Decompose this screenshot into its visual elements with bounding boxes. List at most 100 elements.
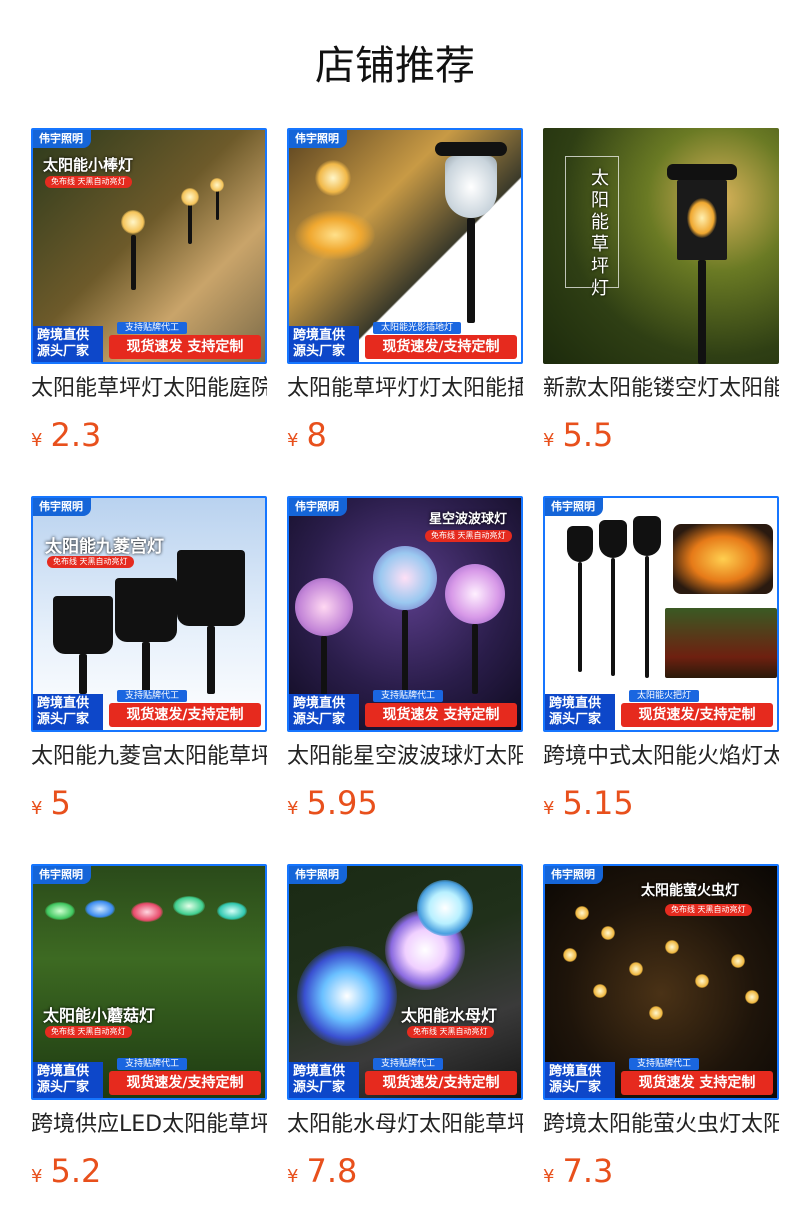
lamp-post — [472, 624, 478, 694]
mushroom-light — [45, 902, 75, 920]
product-image[interactable]: 伟宇照明 太阳能九菱宫灯 免布线 天黑自动亮灯 支持贴牌代工 跨境直供 源头厂家… — [31, 496, 267, 732]
firefly-dot — [745, 990, 759, 1004]
banner-left: 跨境直供 源头厂家 — [545, 1062, 615, 1098]
product-image[interactable]: 伟宇照明 太阳能水母灯 免布线 天黑自动亮灯 支持贴牌代工 跨境直供 源头厂家 … — [287, 864, 523, 1100]
banner-left: 跨境直供 源头厂家 — [33, 326, 103, 362]
product-image[interactable]: 伟宇照明 星空波波球灯 免布线 天黑自动亮灯 支持贴牌代工 跨境直供 源头厂家 … — [287, 496, 523, 732]
firefly-dot — [665, 940, 679, 954]
currency-symbol: ¥ — [31, 798, 43, 819]
globe-light — [445, 564, 505, 624]
product-name[interactable]: 新款太阳能镂空灯太阳能草坪灯 — [543, 374, 779, 404]
banner-left: 跨境直供 源头厂家 — [545, 694, 615, 730]
price-value: 5.95 — [306, 784, 378, 822]
product-card[interactable]: 太阳能草坪灯 新款太阳能镂空灯太阳能草坪灯 ¥5.5 — [543, 128, 779, 456]
price-value: 5.5 — [562, 416, 614, 454]
page-title: 店铺推荐 — [315, 43, 475, 89]
product-name[interactable]: 跨境供应LED太阳能草坪灯 — [31, 1110, 267, 1140]
product-card[interactable]: 伟宇照明 太阳能火把灯 跨境直供 源头厂家 现货速发/支持定制 跨境中式太阳能火… — [543, 496, 779, 824]
thumb-heading: 太阳能小棒灯 — [43, 156, 134, 174]
firefly-dot — [695, 974, 709, 988]
product-card[interactable]: 伟宇照明 太阳能萤火虫灯 免布线 天黑自动亮灯 支持贴牌代工 跨境直供 源头厂家… — [543, 864, 779, 1192]
promo-banner: 支持贴牌代工 跨境直供 源头厂家 现货速发 支持定制 — [33, 322, 265, 362]
product-price: ¥7.8 — [287, 1152, 357, 1190]
lamp-post — [698, 260, 706, 364]
product-price: ¥5.95 — [287, 784, 378, 822]
firefly-dot — [593, 984, 607, 998]
lamp-head — [53, 596, 113, 654]
product-name[interactable]: 跨境中式太阳能火焰灯太阳能 — [543, 742, 779, 772]
promo-banner: 太阳能光影插地灯 跨境直供 源头厂家 现货速发/支持定制 — [289, 322, 521, 362]
currency-symbol: ¥ — [287, 798, 299, 819]
product-image[interactable]: 伟宇照明 太阳能小棒灯 免布线 天黑自动亮灯 支持贴牌代工 跨境直供 源头厂家 … — [31, 128, 267, 364]
brand-badge: 伟宇照明 — [289, 498, 347, 516]
banner-left: 跨境直供 源头厂家 — [289, 1062, 359, 1098]
banner-right: 现货速发 支持定制 — [621, 1071, 773, 1095]
banner-tag: 支持贴牌代工 — [117, 690, 188, 702]
product-name[interactable]: 太阳能九菱宫太阳能草坪灯 — [31, 742, 267, 772]
firefly-dot — [601, 926, 615, 940]
product-image[interactable]: 伟宇照明 太阳能萤火虫灯 免布线 天黑自动亮灯 支持贴牌代工 跨境直供 源头厂家… — [543, 864, 779, 1100]
promo-banner: 太阳能火把灯 跨境直供 源头厂家 现货速发/支持定制 — [545, 690, 777, 730]
banner-right: 现货速发/支持定制 — [621, 703, 773, 727]
lamp-glow — [315, 160, 351, 196]
product-name[interactable]: 太阳能星空波波球灯太阳能 — [287, 742, 523, 772]
lamp-post — [321, 636, 327, 696]
price-value: 5.15 — [562, 784, 634, 822]
lamp-post — [188, 202, 192, 244]
lamp-globe — [445, 156, 497, 218]
lamp-head — [435, 142, 507, 156]
banner-right: 现货速发 支持定制 — [109, 335, 261, 359]
product-name[interactable]: 太阳能草坪灯太阳能庭院灯 — [31, 374, 267, 404]
product-name[interactable]: 跨境太阳能萤火虫灯太阳能 — [543, 1110, 779, 1140]
lamp-head — [177, 550, 245, 626]
product-card[interactable]: 伟宇照明 太阳能九菱宫灯 免布线 天黑自动亮灯 支持贴牌代工 跨境直供 源头厂家… — [31, 496, 267, 824]
torch-post — [611, 558, 615, 676]
light-pattern — [295, 210, 375, 260]
product-card[interactable]: 伟宇照明 星空波波球灯 免布线 天黑自动亮灯 支持贴牌代工 跨境直供 源头厂家 … — [287, 496, 523, 824]
product-card[interactable]: 伟宇照明 太阳能小蘑菇灯 免布线 天黑自动亮灯 支持贴牌代工 跨境直供 源头厂家… — [31, 864, 267, 1192]
banner-right: 现货速发 支持定制 — [365, 703, 517, 727]
banner-right: 现货速发/支持定制 — [109, 1071, 261, 1095]
banner-left: 跨境直供 源头厂家 — [289, 694, 359, 730]
jellyfish-light — [417, 880, 473, 936]
lamp-post — [402, 610, 408, 694]
banner-right: 现货速发/支持定制 — [365, 1071, 517, 1095]
thumb-pill: 免布线 天黑自动亮灯 — [47, 556, 134, 568]
torch-head — [567, 526, 593, 562]
firefly-dot — [575, 906, 589, 920]
thumb-heading: 星空波波球灯 — [429, 512, 508, 527]
thumb-heading: 太阳能萤火虫灯 — [641, 883, 739, 899]
lamp-glow — [181, 188, 199, 206]
promo-banner: 支持贴牌代工 跨境直供 源头厂家 现货速发/支持定制 — [33, 1058, 265, 1098]
product-name[interactable]: 太阳能草坪灯灯太阳能插地灯 — [287, 374, 523, 404]
product-grid: 伟宇照明 太阳能小棒灯 免布线 天黑自动亮灯 支持贴牌代工 跨境直供 源头厂家 … — [31, 128, 781, 1192]
torch-post — [578, 562, 582, 672]
product-image[interactable]: 伟宇照明 太阳能小蘑菇灯 免布线 天黑自动亮灯 支持贴牌代工 跨境直供 源头厂家… — [31, 864, 267, 1100]
product-price: ¥8 — [287, 416, 327, 454]
brand-badge: 伟宇照明 — [545, 498, 603, 516]
product-card[interactable]: 伟宇照明 太阳能小棒灯 免布线 天黑自动亮灯 支持贴牌代工 跨境直供 源头厂家 … — [31, 128, 267, 456]
price-value: 7.8 — [306, 1152, 358, 1190]
thumb-pill: 免布线 天黑自动亮灯 — [665, 904, 752, 916]
lamp-post — [467, 218, 475, 323]
banner-tag: 支持贴牌代工 — [373, 690, 444, 702]
garden-photo — [665, 608, 777, 678]
lamp-post — [142, 642, 150, 692]
product-price: ¥2.3 — [31, 416, 101, 454]
product-name[interactable]: 太阳能水母灯太阳能草坪灯 — [287, 1110, 523, 1140]
promo-banner: 支持贴牌代工 跨境直供 源头厂家 现货速发/支持定制 — [33, 690, 265, 730]
lamp-glow — [210, 178, 224, 192]
lamp-post — [79, 654, 87, 694]
product-image[interactable]: 伟宇照明 太阳能光影插地灯 跨境直供 源头厂家 现货速发/支持定制 — [287, 128, 523, 364]
product-image[interactable]: 太阳能草坪灯 — [543, 128, 779, 364]
mushroom-light — [173, 896, 205, 916]
product-card[interactable]: 伟宇照明 太阳能光影插地灯 跨境直供 源头厂家 现货速发/支持定制 太阳能草坪灯… — [287, 128, 523, 456]
firefly-dot — [563, 948, 577, 962]
brand-badge: 伟宇照明 — [33, 130, 91, 148]
product-card[interactable]: 伟宇照明 太阳能水母灯 免布线 天黑自动亮灯 支持贴牌代工 跨境直供 源头厂家 … — [287, 864, 523, 1192]
banner-tag: 支持贴牌代工 — [373, 1058, 444, 1070]
price-value: 5.2 — [50, 1152, 102, 1190]
product-image[interactable]: 伟宇照明 太阳能火把灯 跨境直供 源头厂家 现货速发/支持定制 — [543, 496, 779, 732]
price-value: 8 — [306, 416, 327, 454]
firefly-dot — [649, 1006, 663, 1020]
